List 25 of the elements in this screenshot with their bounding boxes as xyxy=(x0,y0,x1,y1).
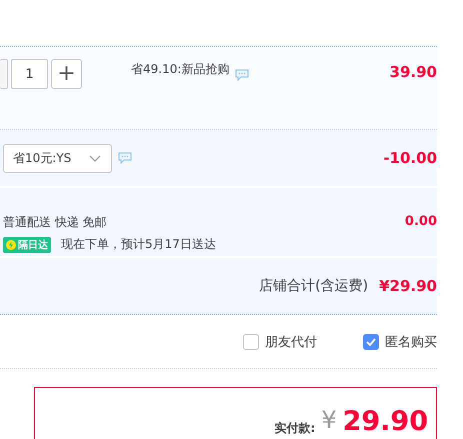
checkbox[interactable] xyxy=(243,334,259,350)
lightning-icon xyxy=(6,240,16,250)
coupon-dropdown[interactable]: 省10元:YS xyxy=(3,144,112,172)
checkbox-label: 朋友代付 xyxy=(265,334,317,350)
checkmark-icon xyxy=(366,338,376,346)
store-total-label: 店铺合计(含运费) xyxy=(259,277,368,295)
delivery-estimate: 现在下单，预计5月17日送达 xyxy=(61,236,216,253)
payment-amount: 29.90 xyxy=(342,406,428,437)
comment-icon[interactable] xyxy=(118,152,132,164)
checkbox-label: 匿名购买 xyxy=(385,334,437,350)
discount-amount: -10.00 xyxy=(383,149,437,167)
decrease-button[interactable] xyxy=(0,59,8,89)
store-total-amount: ¥29.90 xyxy=(379,277,437,295)
comment-icon[interactable] xyxy=(235,69,250,81)
shipping-method: 普通配送 快递 免邮 xyxy=(3,214,108,231)
chevron-down-icon xyxy=(89,154,101,162)
delivery-badge: 隔日达 xyxy=(3,236,51,252)
shipping-fee: 0.00 xyxy=(404,214,437,231)
checkbox[interactable] xyxy=(363,334,379,350)
increase-button[interactable]: + xyxy=(51,59,82,89)
currency-symbol: ¥ xyxy=(321,406,337,434)
payment-label: 实付款: xyxy=(274,420,316,437)
quantity-field[interactable]: 1 xyxy=(11,59,48,89)
promotion-text: 省49.10:新品抢购 xyxy=(131,61,230,78)
item-price: 39.90 xyxy=(390,63,437,81)
